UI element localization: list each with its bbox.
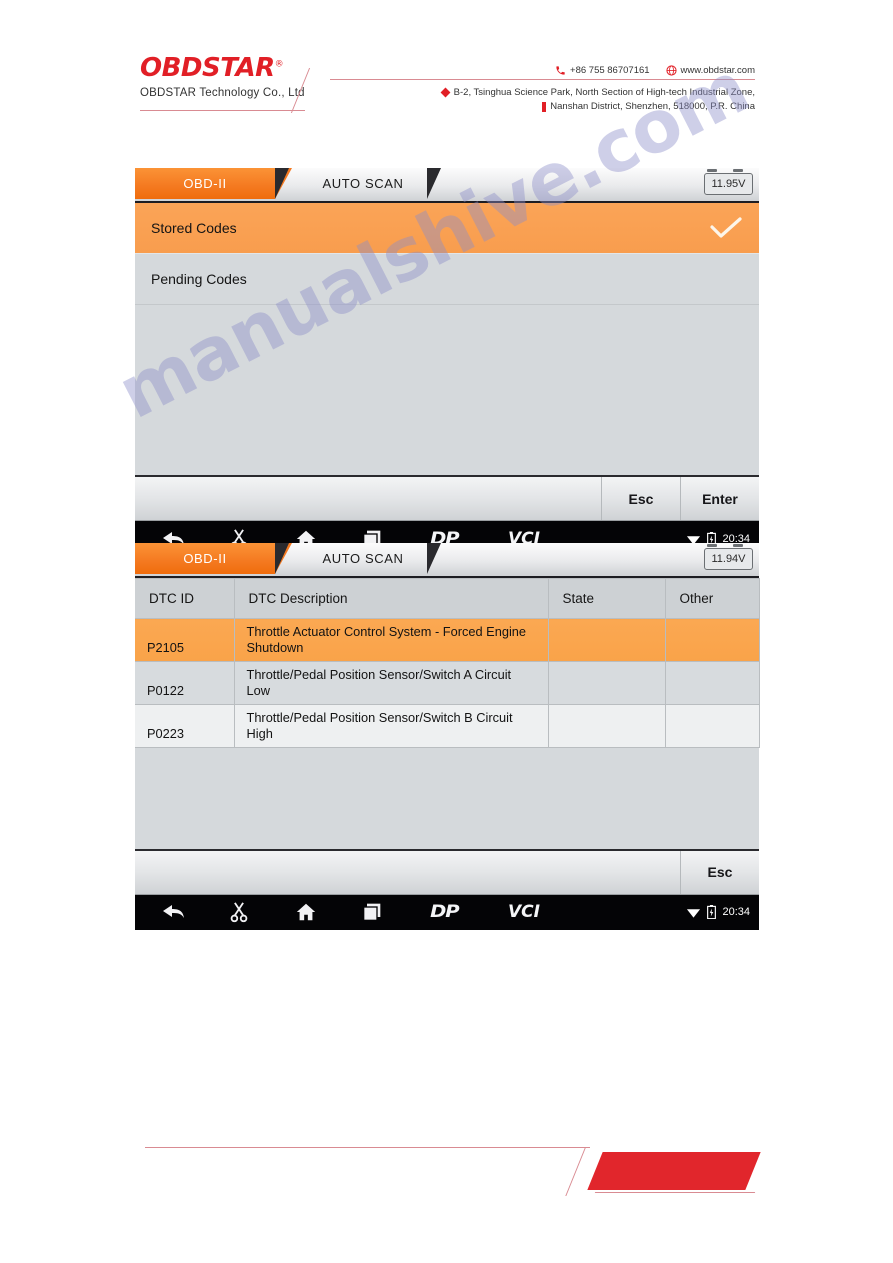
- enter-button-1[interactable]: Enter: [680, 477, 759, 520]
- cell-other: [665, 704, 760, 748]
- dtc-table-body: P2105 Throttle Actuator Control System -…: [135, 618, 760, 748]
- cell-state: [548, 661, 666, 705]
- header-rule: [330, 79, 755, 80]
- address-block: B-2, Tsinghua Science Park, North Sectio…: [380, 86, 755, 114]
- dp-app-button-2[interactable]: DP: [418, 895, 470, 930]
- cell-dtc-id: P2105: [135, 618, 235, 662]
- phone-icon: [556, 65, 565, 75]
- cell-dtc-description: Throttle Actuator Control System - Force…: [234, 618, 549, 662]
- footer-red-parallelogram: [587, 1152, 761, 1190]
- brand-block: OBDSTAR® OBDSTAR Technology Co., Ltd: [140, 55, 325, 99]
- dp-logo: DP: [429, 902, 459, 923]
- vci-logo: VCI: [508, 902, 540, 923]
- scissors-icon: [230, 902, 248, 923]
- footer-parallelogram-underline: [594, 1192, 756, 1193]
- brand-underline: [140, 110, 305, 111]
- phone-contact: +86 755 86707161: [555, 65, 650, 76]
- back-button-2[interactable]: [155, 895, 193, 930]
- footer-rule: [145, 1147, 590, 1148]
- cell-dtc-id: P0122: [135, 661, 235, 705]
- voltage-indicator-2: 11.94V: [704, 548, 753, 570]
- tab-bar-1: OBD-II AUTO SCAN 11.95V: [135, 168, 759, 203]
- empty-table-area-2: [135, 747, 759, 849]
- android-nav-bar-2: DP VCI 20:34: [135, 894, 759, 930]
- cell-other: [665, 661, 760, 705]
- esc-button-2[interactable]: Esc: [680, 850, 759, 894]
- logo-wordmark: OBDSTAR: [140, 53, 275, 83]
- tab-auto-scan-2[interactable]: AUTO SCAN: [298, 543, 428, 574]
- globe-icon: [665, 64, 677, 76]
- status-icons-2: 20:34: [686, 895, 750, 930]
- red-bar-icon: [542, 101, 547, 112]
- table-header-row: DTC ID DTC Description State Other: [135, 578, 760, 619]
- list-item-label: Pending Codes: [151, 271, 247, 287]
- home-button-2[interactable]: [287, 895, 325, 930]
- back-arrow-icon: [163, 905, 184, 919]
- phone-number: +86 755 86707161: [570, 64, 650, 76]
- action-bar-1: Esc Enter: [135, 475, 759, 521]
- dtc-table: DTC ID DTC Description State Other P2105…: [135, 578, 760, 748]
- website-url: www.obdstar.com: [680, 64, 755, 76]
- col-header-dtc-id[interactable]: DTC ID: [135, 578, 235, 619]
- obdstar-logo: OBDSTAR®: [140, 53, 284, 83]
- tab-obd-ii-1[interactable]: OBD-II: [135, 168, 275, 199]
- battery-terminal-right-2: [733, 544, 743, 547]
- check-icon: [710, 217, 742, 238]
- home-icon: [296, 904, 316, 921]
- tab-obd-ii-2[interactable]: OBD-II: [135, 543, 275, 574]
- battery-terminal-right-1: [733, 169, 743, 172]
- code-type-list: Stored Codes Pending Codes: [135, 203, 759, 305]
- tab-separator-1a: [275, 168, 289, 199]
- col-header-other[interactable]: Other: [665, 578, 760, 619]
- address-line-1-wrap: B-2, Tsinghua Science Park, North Sectio…: [380, 86, 755, 100]
- diamond-bullet-icon: [440, 87, 451, 98]
- empty-list-area-1: [135, 305, 759, 475]
- tab-separator-2b: [427, 543, 441, 574]
- battery-icon: [707, 905, 717, 920]
- screenshot-button-2[interactable]: [220, 895, 258, 930]
- dtc-table-head: DTC ID DTC Description State Other: [135, 578, 760, 619]
- list-item-label: Stored Codes: [151, 220, 237, 236]
- cell-state: [548, 618, 666, 662]
- table-row[interactable]: P0223 Throttle/Pedal Position Sensor/Swi…: [135, 704, 760, 748]
- col-header-state[interactable]: State: [548, 578, 666, 619]
- list-item-stored-codes[interactable]: Stored Codes: [135, 203, 759, 254]
- recents-button-2[interactable]: [353, 895, 391, 930]
- contact-row: +86 755 86707161 www.obdstar.com: [420, 62, 755, 78]
- address-line-1: B-2, Tsinghua Science Park, North Sectio…: [453, 87, 755, 98]
- col-header-dtc-description[interactable]: DTC Description: [234, 578, 549, 619]
- cell-state: [548, 704, 666, 748]
- registered-mark: ®: [274, 59, 284, 70]
- cell-dtc-description: Throttle/Pedal Position Sensor/Switch A …: [234, 661, 549, 705]
- address-line-2: Nanshan District, Shenzhen, 518000, P.R.…: [550, 100, 755, 112]
- table-row[interactable]: P0122 Throttle/Pedal Position Sensor/Swi…: [135, 661, 760, 705]
- device-screenshot-2: OBD-II AUTO SCAN 11.94V DTC ID DTC Descr…: [135, 543, 760, 930]
- wifi-icon: [687, 909, 701, 919]
- clock-2: 20:34: [722, 906, 750, 919]
- cell-dtc-description: Throttle/Pedal Position Sensor/Switch B …: [234, 704, 549, 748]
- voltage-indicator-1: 11.95V: [704, 173, 753, 195]
- esc-button-1[interactable]: Esc: [601, 477, 680, 520]
- vci-button-2[interactable]: VCI: [498, 895, 550, 930]
- battery-terminal-left-2: [707, 544, 717, 547]
- tab-separator-2a: [275, 543, 289, 574]
- recents-icon: [363, 904, 381, 922]
- tab-separator-1b: [427, 168, 441, 199]
- cell-dtc-id: P0223: [135, 704, 235, 748]
- website-contact: www.obdstar.com: [665, 64, 755, 76]
- battery-terminal-left-1: [707, 169, 717, 172]
- tab-auto-scan-1[interactable]: AUTO SCAN: [298, 168, 428, 199]
- list-item-pending-codes[interactable]: Pending Codes: [135, 254, 759, 305]
- table-row[interactable]: P2105 Throttle Actuator Control System -…: [135, 618, 760, 662]
- document-header: OBDSTAR® OBDSTAR Technology Co., Ltd +86…: [0, 0, 893, 130]
- action-bar-2: Esc: [135, 848, 759, 895]
- cell-other: [665, 618, 760, 662]
- device-screenshot-1: OBD-II AUTO SCAN 11.95V Stored Codes Pen…: [135, 168, 759, 556]
- tab-bar-2: OBD-II AUTO SCAN 11.94V: [135, 543, 759, 578]
- address-line-2-wrap: Nanshan District, Shenzhen, 518000, P.R.…: [380, 100, 755, 114]
